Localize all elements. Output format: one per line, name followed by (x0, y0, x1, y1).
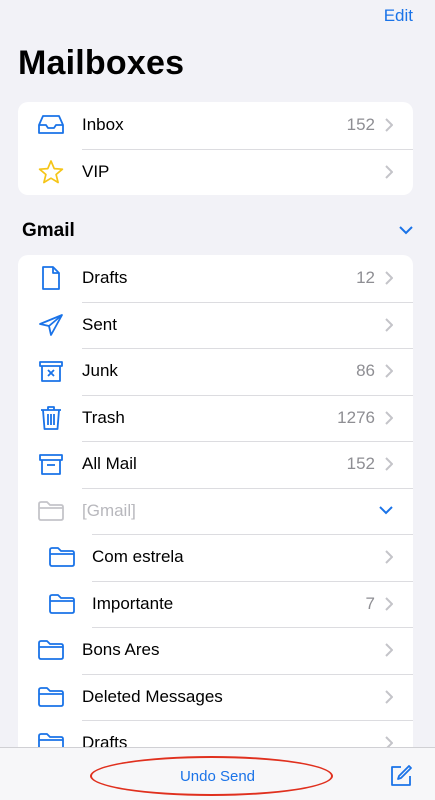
chevron-right-icon (385, 643, 413, 657)
mailbox-label: Inbox (82, 115, 124, 135)
mailbox-row-trash[interactable]: Trash 1276 (18, 394, 413, 442)
document-icon (18, 265, 82, 291)
inbox-tray-icon (18, 114, 82, 136)
page-title: Mailboxes (18, 44, 185, 82)
compose-icon[interactable] (389, 764, 413, 793)
mailbox-row-inbox[interactable]: Inbox 152 (18, 102, 413, 149)
mailbox-row-vip[interactable]: VIP (18, 148, 413, 196)
folder-icon (18, 639, 82, 661)
mailbox-row-junk[interactable]: Junk 86 (18, 348, 413, 395)
chevron-right-icon (385, 271, 413, 285)
folder-icon (18, 546, 92, 568)
chevron-right-icon (385, 457, 413, 471)
chevron-right-icon (385, 411, 413, 425)
mailbox-label: Drafts (82, 268, 128, 288)
chevron-right-icon (385, 690, 413, 704)
mailbox-row-deleted-messages[interactable]: Deleted Messages (18, 673, 413, 721)
gmail-group: Drafts 12 Sent Junk 86 Trash 1276 All Ma… (18, 255, 413, 767)
paper-plane-icon (18, 313, 82, 337)
unread-count: 1276 (337, 407, 375, 427)
unread-count: 86 (356, 361, 375, 381)
mailbox-label: Deleted Messages (82, 686, 223, 706)
gmail-section-header[interactable]: Gmail (22, 217, 413, 245)
mailbox-label: Importante (92, 593, 174, 613)
unread-count: 152 (346, 115, 375, 135)
folder-icon (18, 500, 82, 522)
folder-icon (18, 686, 82, 708)
mailbox-label: Trash (82, 407, 125, 427)
bottom-toolbar: Undo Send (0, 747, 435, 800)
chevron-right-icon (385, 364, 413, 378)
chevron-right-icon (385, 118, 413, 132)
mailbox-row-all-mail[interactable]: All Mail 152 (18, 441, 413, 488)
mailbox-label: Junk (82, 361, 118, 381)
edit-button[interactable]: Edit (384, 6, 413, 26)
mailbox-label: Sent (82, 314, 117, 334)
mailbox-row-importante[interactable]: Importante 7 (18, 580, 413, 628)
mailbox-label: Com estrela (92, 547, 184, 567)
chevron-down-icon[interactable] (399, 222, 413, 240)
star-icon (18, 159, 82, 185)
top-bar: Edit (0, 0, 435, 34)
chevron-right-icon (385, 597, 413, 611)
mailbox-label: [Gmail] (82, 500, 136, 520)
mailbox-row-gmail-folder[interactable]: [Gmail] (18, 487, 413, 535)
mailbox-label: All Mail (82, 454, 137, 474)
mailbox-row-sent[interactable]: Sent (18, 301, 413, 349)
favorites-group: Inbox 152 VIP (18, 102, 413, 195)
unread-count: 152 (346, 454, 375, 474)
unread-count: 7 (365, 593, 375, 613)
mailbox-row-drafts[interactable]: Drafts 12 (18, 255, 413, 302)
chevron-right-icon (385, 318, 413, 332)
unread-count: 12 (356, 268, 375, 288)
section-title: Gmail (22, 220, 75, 241)
chevron-right-icon (385, 165, 413, 179)
annotation-ellipse (90, 756, 333, 796)
junk-box-icon (18, 359, 82, 383)
trash-icon (18, 405, 82, 431)
mailbox-row-com-estrela[interactable]: Com estrela (18, 534, 413, 581)
mailbox-label: VIP (82, 161, 110, 181)
folder-icon (18, 593, 92, 615)
mailbox-label: Bons Ares (82, 640, 160, 660)
chevron-right-icon (385, 550, 413, 564)
chevron-down-icon[interactable] (379, 506, 413, 515)
archive-box-icon (18, 452, 82, 476)
mailbox-row-bons-ares[interactable]: Bons Ares (18, 627, 413, 674)
